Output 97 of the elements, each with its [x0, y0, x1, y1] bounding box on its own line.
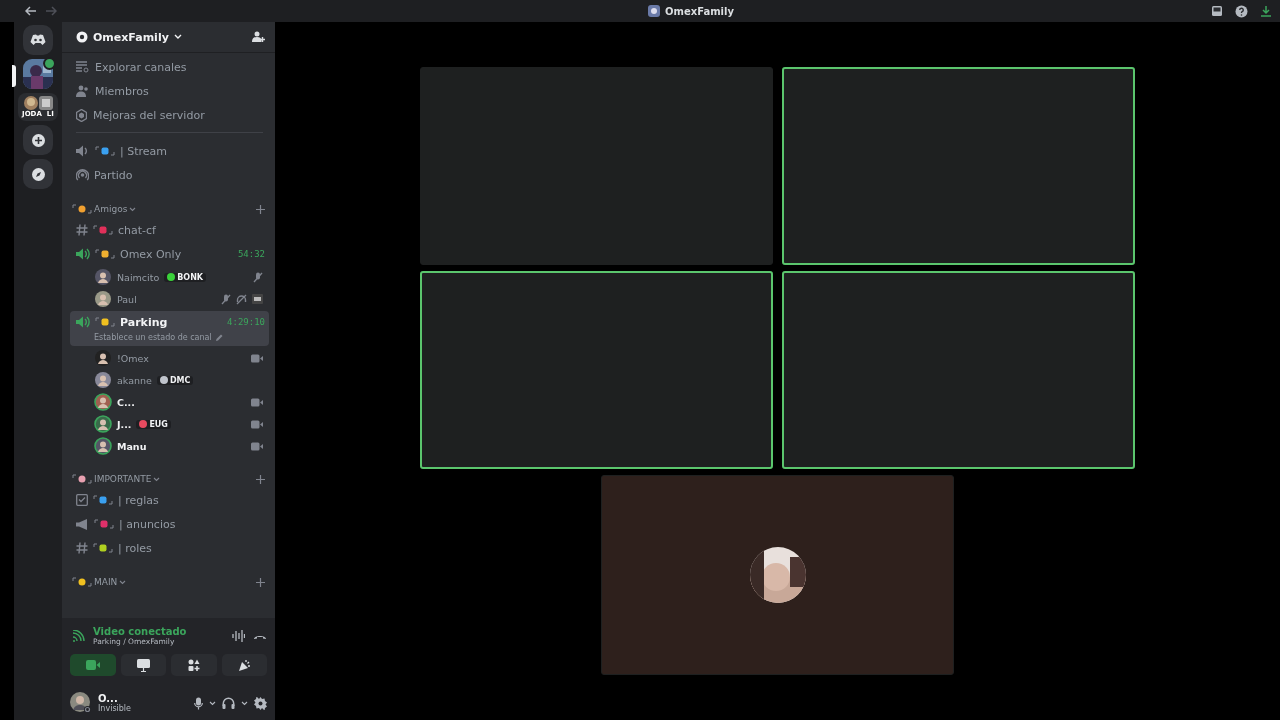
- emoji-icon: [93, 495, 113, 505]
- user-status: Invisible: [98, 704, 131, 713]
- window-title: OmexFamily: [665, 5, 734, 17]
- inbox-icon[interactable]: [1211, 5, 1223, 17]
- tag-icon: [139, 420, 148, 428]
- chevron-icon[interactable]: [209, 700, 216, 706]
- emoji-icon: [95, 249, 115, 259]
- video-icon: [85, 660, 100, 670]
- emoji-icon: [94, 519, 114, 529]
- nav-item[interactable]: Miembros: [70, 79, 269, 103]
- video-tile[interactable]: [782, 271, 1135, 469]
- call-control-button[interactable]: [171, 654, 217, 676]
- channel-item[interactable]: Partido: [70, 164, 269, 186]
- speaker-icon: [76, 145, 90, 157]
- emoji-icon: [95, 317, 115, 327]
- video-tile[interactable]: [420, 67, 773, 265]
- chevron-icon[interactable]: [241, 700, 248, 706]
- emoji-icon: [95, 146, 115, 156]
- channel-item[interactable]: Omex Only 54:32: [70, 243, 269, 265]
- screen-share-icon: [136, 658, 150, 672]
- voice-user[interactable]: C...: [70, 391, 269, 413]
- channel-item[interactable]: | anuncios: [70, 513, 269, 535]
- voice-user[interactable]: J... EUG: [70, 413, 269, 435]
- nav-item[interactable]: Mejoras del servidor: [70, 103, 269, 127]
- server-icon: [648, 5, 660, 17]
- pencil-icon: [214, 333, 223, 342]
- soundboard-icon: [237, 658, 251, 672]
- plus-icon: [31, 133, 45, 147]
- megaphone-icon: [76, 518, 89, 530]
- speaker-icon: [76, 316, 90, 328]
- voice-user[interactable]: akanne DMC: [70, 369, 269, 391]
- category-header[interactable]: IMPORTANTE: [94, 474, 152, 484]
- voice-user[interactable]: Naimcito BONK: [70, 266, 269, 288]
- speaker-icon: [76, 248, 90, 260]
- back-icon[interactable]: [25, 6, 37, 16]
- activities-icon: [187, 659, 200, 671]
- controller-icon: [30, 34, 46, 46]
- voice-user[interactable]: !Omex: [70, 347, 269, 369]
- hashtag-icon: [76, 542, 88, 554]
- channel-item[interactable]: | roles: [70, 537, 269, 559]
- download-icon[interactable]: [1260, 5, 1272, 17]
- chevron-icon: [119, 579, 127, 585]
- channel-status[interactable]: Establece un estado de canal: [94, 333, 212, 342]
- call-timer: 54:32: [237, 249, 265, 259]
- tag-text: BONK: [177, 272, 204, 282]
- emoji-icon: [72, 204, 92, 214]
- chevron-icon: [173, 34, 182, 40]
- plus-icon[interactable]: [256, 204, 265, 214]
- chevron-icon: [153, 476, 161, 482]
- microphone-icon[interactable]: [194, 696, 203, 710]
- headphones-icon[interactable]: [222, 697, 235, 709]
- call-control-button[interactable]: [221, 654, 267, 676]
- voice-user[interactable]: Manu: [70, 435, 269, 457]
- emoji-icon: [93, 543, 113, 553]
- channel-item[interactable]: Parking 4:29:10 Establece un estado de canal: [70, 311, 269, 346]
- plus-icon[interactable]: [256, 577, 265, 587]
- members-icon: [76, 85, 89, 97]
- nav-item[interactable]: Explorar canales: [70, 55, 269, 79]
- emoji-icon: [72, 577, 92, 587]
- plus-icon[interactable]: [256, 474, 265, 484]
- server-button[interactable]: [23, 59, 53, 89]
- list-icon: [76, 61, 89, 73]
- compass-icon: [31, 167, 45, 181]
- channel-item[interactable]: | reglas: [70, 489, 269, 511]
- call-timer: 4:29:10: [227, 317, 265, 327]
- boost-icon: [76, 108, 87, 122]
- chevron-icon: [129, 206, 137, 212]
- video-tile[interactable]: [782, 67, 1135, 265]
- video-tile[interactable]: [601, 475, 954, 675]
- discover-button[interactable]: [23, 159, 53, 189]
- channel-item[interactable]: | Stream: [70, 140, 269, 162]
- emoji-icon: [93, 225, 113, 235]
- checklist-icon: [76, 494, 88, 506]
- username: O...: [98, 693, 119, 704]
- category-header[interactable]: MAIN: [94, 577, 118, 587]
- voice-user[interactable]: Paul: [70, 288, 269, 310]
- settings-icon[interactable]: [254, 696, 267, 710]
- avatar: [70, 692, 92, 714]
- category-header[interactable]: Amigos: [94, 204, 128, 214]
- waveform-icon[interactable]: [232, 630, 245, 642]
- signal-icon: [72, 630, 85, 642]
- tag-icon: [167, 273, 176, 281]
- home-button[interactable]: [23, 25, 53, 55]
- tag-text: EUG: [149, 419, 168, 429]
- broadcast-icon: [76, 168, 89, 182]
- channel-item[interactable]: chat-cf: [70, 219, 269, 241]
- hashtag-icon: [76, 224, 88, 236]
- call-control-button[interactable]: [120, 654, 166, 676]
- server-name[interactable]: OmexFamily: [93, 30, 169, 44]
- help-icon[interactable]: [1235, 4, 1248, 18]
- add-server-button[interactable]: [23, 125, 53, 155]
- emoji-icon: [72, 474, 92, 484]
- add-member-icon[interactable]: [252, 31, 265, 43]
- connection-status: Video conectado: [93, 626, 187, 637]
- tag-text: DMC: [169, 375, 191, 385]
- video-tile[interactable]: [420, 271, 773, 469]
- tag-icon: [159, 376, 168, 384]
